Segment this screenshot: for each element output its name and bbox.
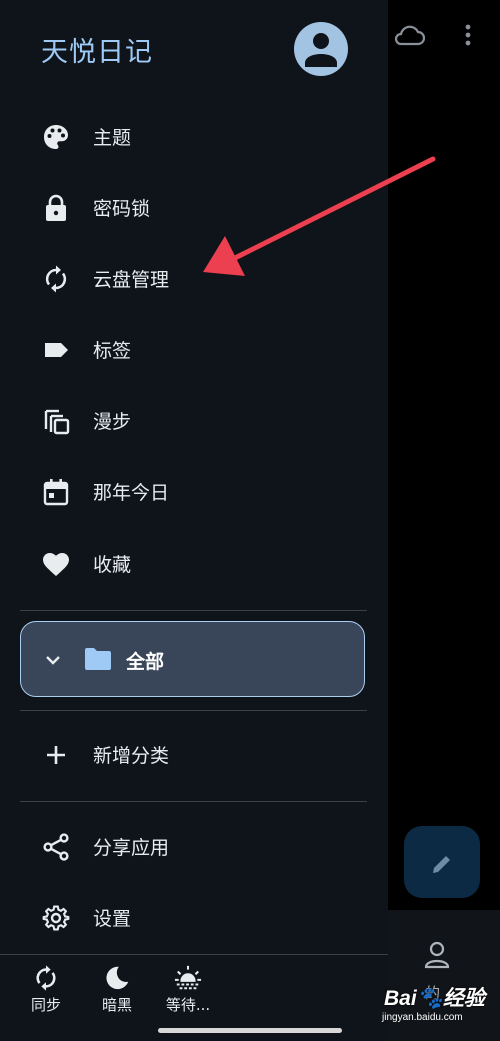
home-indicator[interactable] (158, 1028, 342, 1033)
bottom-bar-label: 暗黑 (101, 996, 132, 1014)
settings-button[interactable]: 设置 (0, 888, 388, 948)
menu-item-tags[interactable]: 标签 (0, 320, 388, 380)
menu-item-on-this-day[interactable]: 那年今日 (0, 462, 388, 522)
add-category-button[interactable]: 新增分类 (0, 725, 388, 785)
watermark-url: jingyan.baidu.com (382, 1012, 463, 1023)
calendar-icon (43, 479, 69, 506)
gear-icon (42, 905, 70, 931)
menu-item-label: 那年今日 (93, 482, 170, 504)
plus-icon (47, 746, 65, 764)
avatar[interactable] (294, 22, 348, 76)
menu-item-label: 收藏 (93, 554, 132, 576)
person-icon[interactable] (423, 940, 451, 970)
write-fab-button[interactable] (404, 826, 480, 898)
folder-all[interactable]: 全部 (20, 621, 365, 697)
cloud-icon[interactable] (392, 22, 426, 50)
menu-item-label: 密码锁 (93, 198, 151, 220)
menu-item-label: 主题 (93, 127, 132, 149)
divider (20, 710, 367, 711)
app-title: 天悦日记 (41, 37, 153, 68)
menu-item-label: 标签 (93, 340, 132, 362)
account-icon (305, 33, 337, 67)
divider (20, 801, 367, 802)
menu-item-label: 漫步 (93, 411, 132, 433)
menu-item-label: 设置 (93, 908, 132, 930)
copy-icon (44, 409, 70, 435)
sync-icon (45, 265, 67, 293)
weather-button[interactable]: 等待... (152, 962, 222, 1022)
bottom-bar-divider (0, 954, 388, 955)
screen: 的 天悦日记 主题 密码锁 云盘管理 标签 漫步 那年今日 收藏 全部 新增分类… (0, 0, 500, 1041)
baidu-jingyan-watermark: Bai🐾经验 jingyan.baidu.com (380, 982, 492, 1030)
share-icon (43, 833, 69, 861)
folder-label: 全部 (126, 651, 165, 673)
more-vert-icon[interactable] (456, 20, 480, 50)
menu-item-label: 新增分类 (93, 745, 170, 767)
chevron-down-icon[interactable] (43, 650, 63, 670)
share-app-button[interactable]: 分享应用 (0, 817, 388, 877)
menu-item-stroll[interactable]: 漫步 (0, 391, 388, 451)
folder-icon (85, 648, 111, 670)
label-icon (45, 343, 68, 357)
dark-mode-button[interactable]: 暗黑 (81, 962, 151, 1022)
pencil-icon (433, 856, 450, 873)
bottom-bar-label: 等待... (165, 996, 211, 1014)
menu-item-label: 云盘管理 (93, 269, 170, 291)
divider (20, 610, 367, 611)
sync-icon (36, 965, 56, 991)
annotation-arrow (203, 156, 436, 276)
palette-icon (44, 125, 68, 149)
lock-icon (46, 194, 66, 221)
sun-icon (174, 965, 202, 990)
sync-button[interactable]: 同步 (10, 962, 80, 1022)
bottom-bar-label: 同步 (30, 996, 61, 1014)
heart-icon (43, 553, 69, 576)
moon-icon (106, 966, 129, 990)
menu-item-label: 分享应用 (93, 837, 170, 859)
menu-item-favorites[interactable]: 收藏 (0, 534, 388, 594)
watermark-logo: Bai🐾经验 (384, 987, 485, 1010)
